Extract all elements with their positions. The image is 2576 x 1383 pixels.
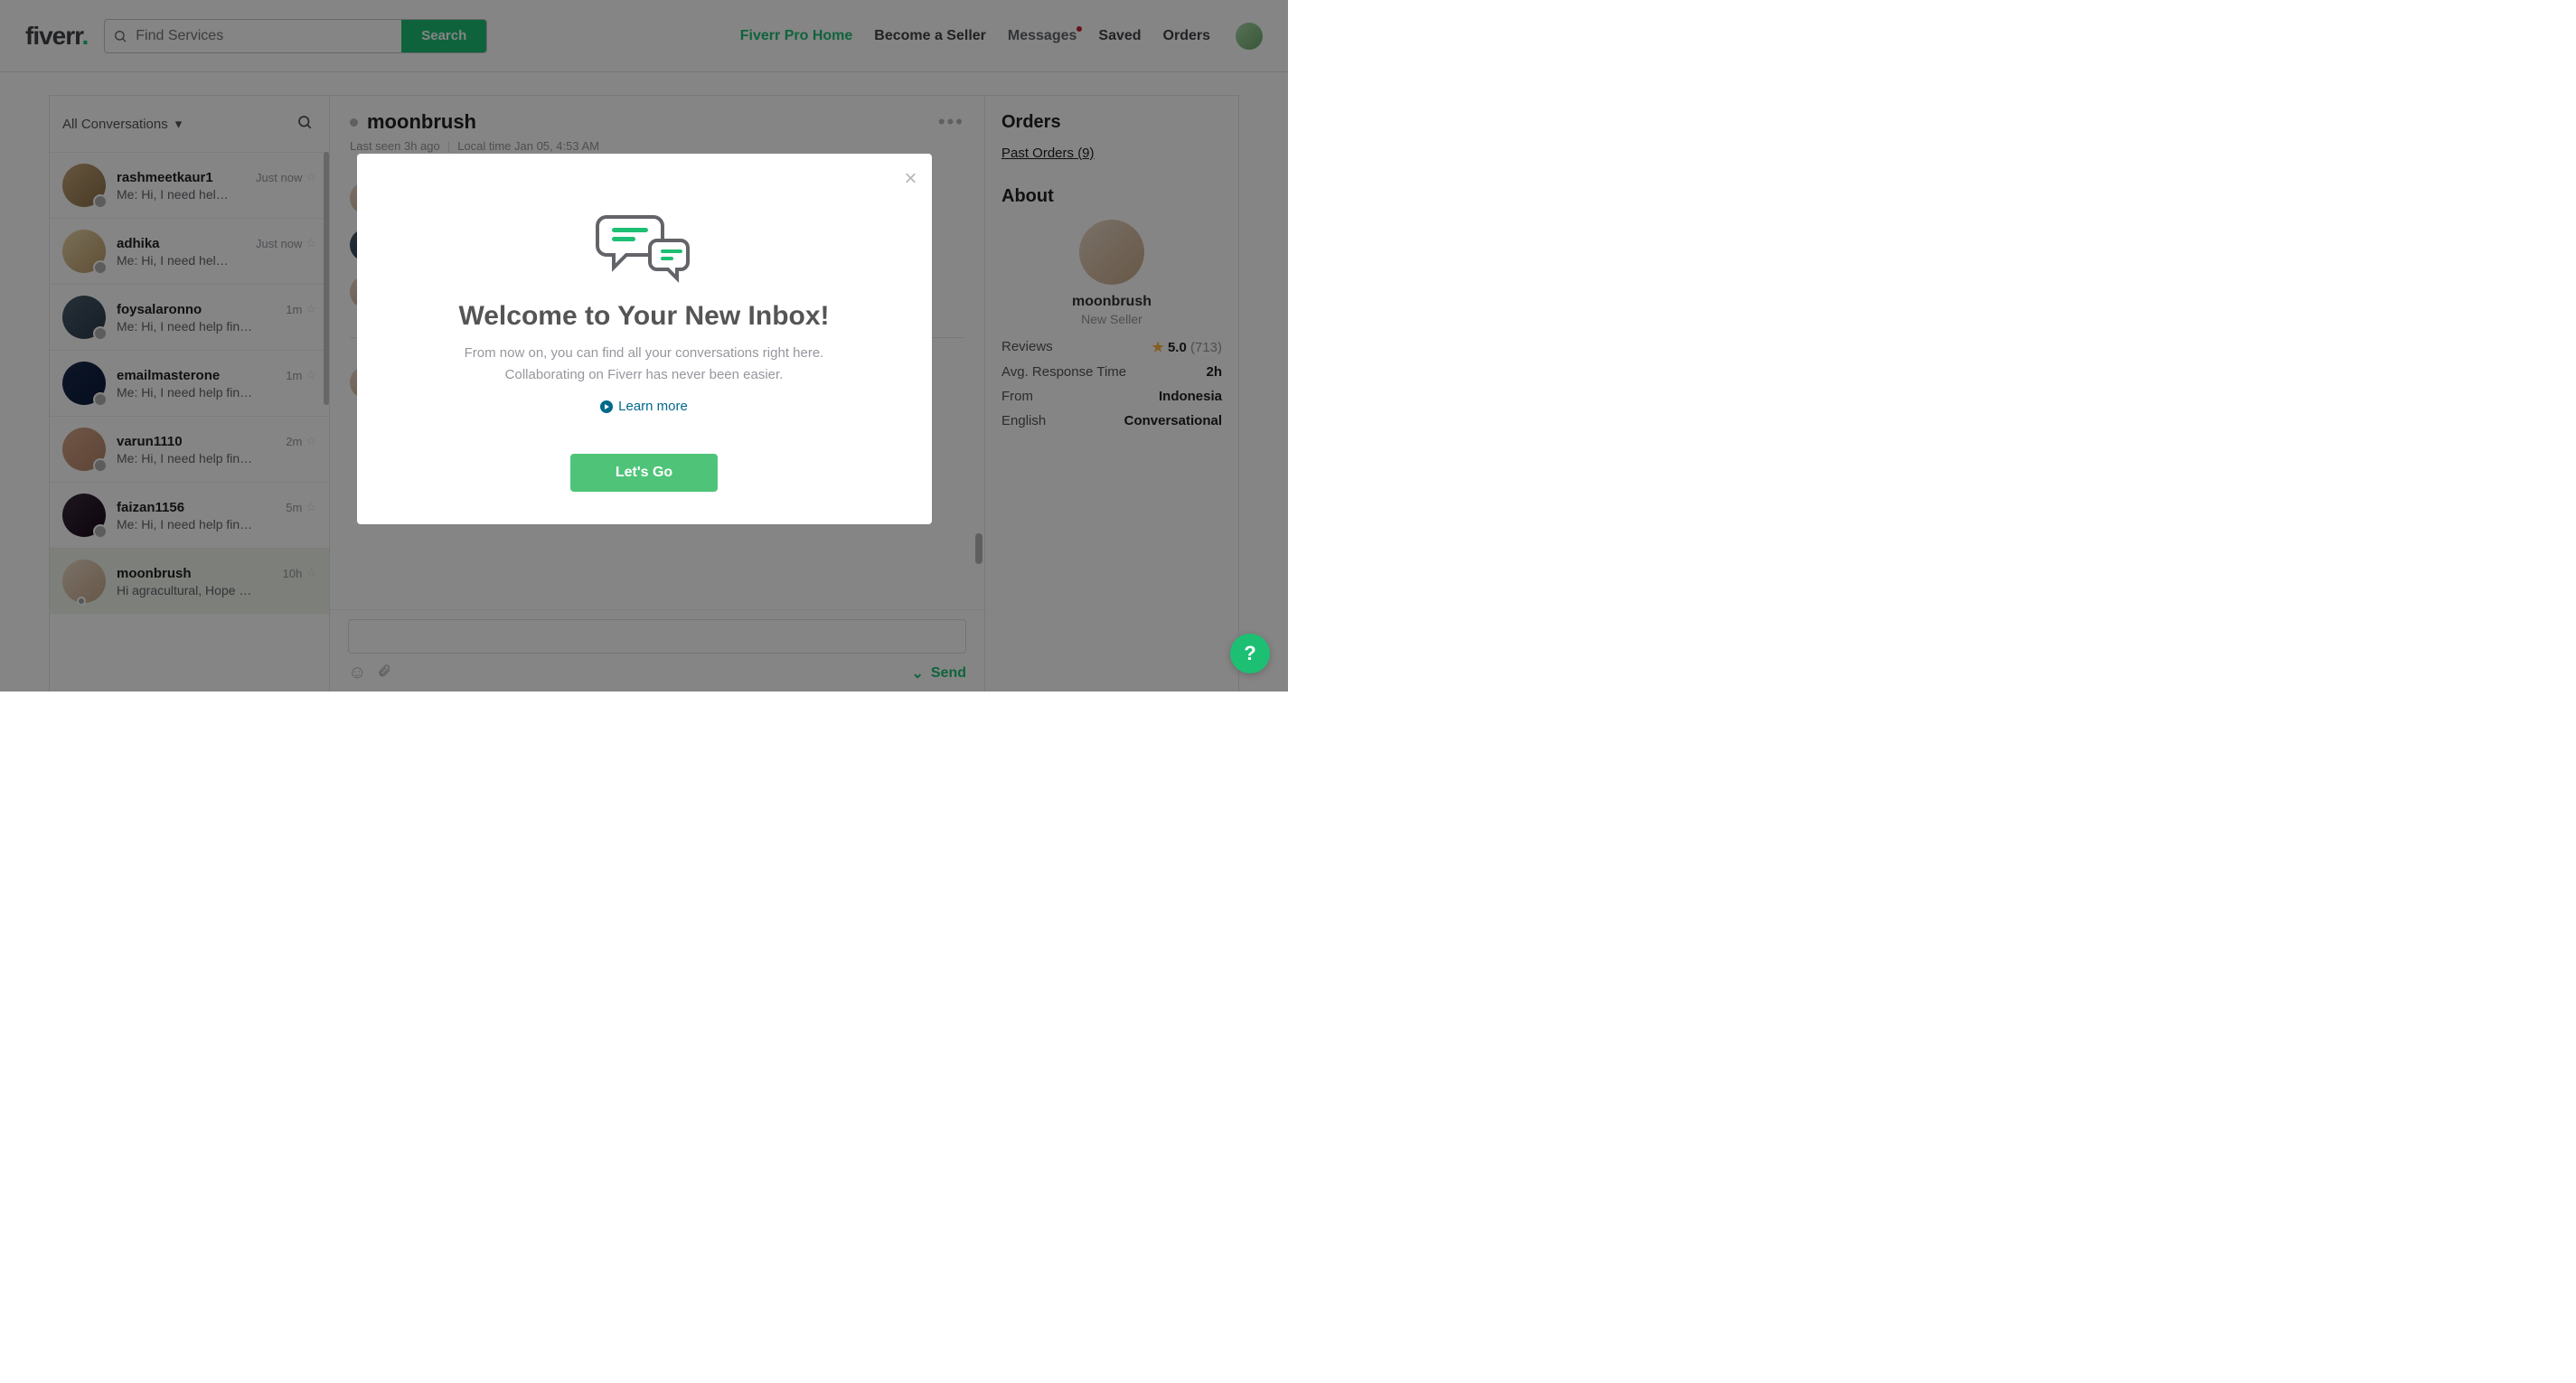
close-icon[interactable]: × <box>904 166 917 192</box>
modal-body: From now on, you can find all your conve… <box>393 343 896 386</box>
modal-overlay[interactable]: × Welcome to Your New Inbox! From now on… <box>0 0 1288 692</box>
welcome-modal: × Welcome to Your New Inbox! From now on… <box>357 154 932 524</box>
lets-go-button[interactable]: Let's Go <box>570 454 718 492</box>
modal-title: Welcome to Your New Inbox! <box>393 301 896 332</box>
learn-more-link[interactable]: Learn more <box>600 399 688 414</box>
help-button[interactable]: ? <box>1230 634 1270 673</box>
chat-bubbles-icon <box>393 204 896 288</box>
play-icon <box>600 400 613 413</box>
